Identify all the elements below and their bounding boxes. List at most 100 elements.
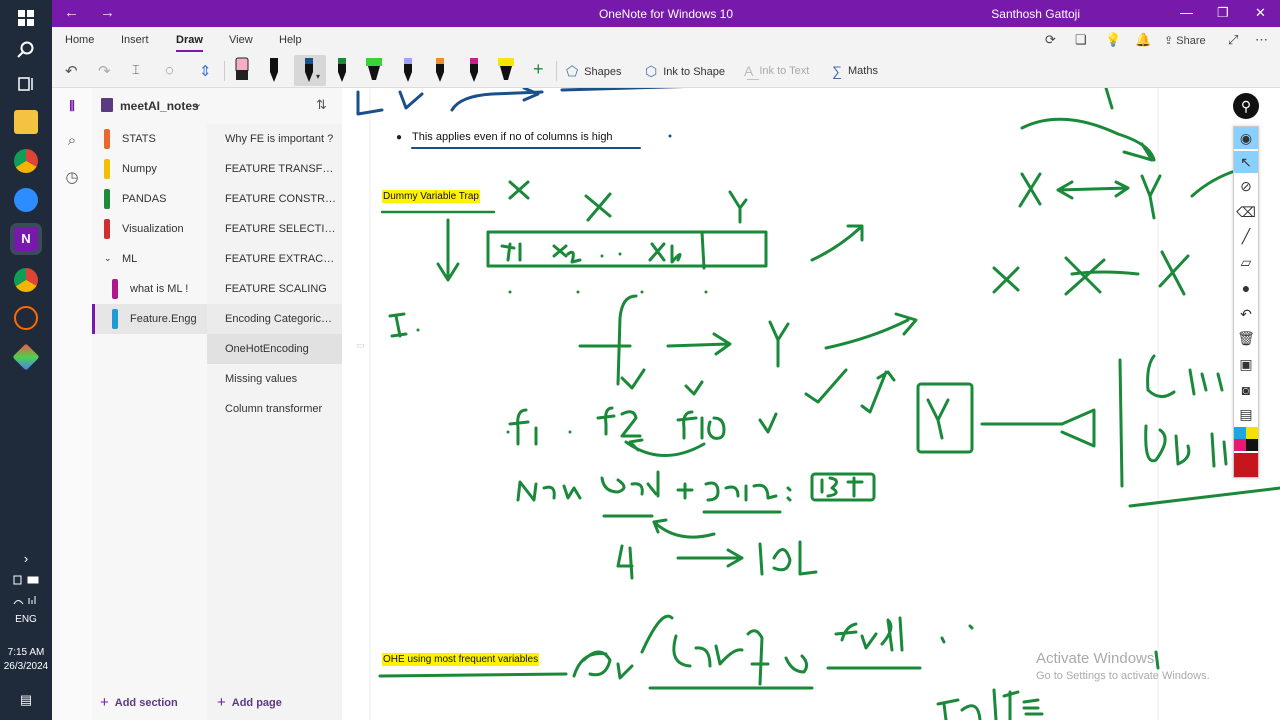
git-app-icon[interactable] <box>12 343 40 371</box>
tab-home[interactable]: Home <box>65 34 94 46</box>
add-section-button[interactable]: + Add section <box>100 694 178 711</box>
search-pane-icon[interactable]: ⌕ <box>62 132 82 152</box>
section-visualization[interactable]: Visualization <box>92 214 207 244</box>
sync-icon[interactable]: ⟳ <box>1045 32 1056 48</box>
ink-to-shape-button[interactable]: ⬡ Ink to Shape <box>645 63 725 80</box>
add-pen-icon[interactable]: + <box>533 59 544 80</box>
pen-black-icon[interactable] <box>264 56 284 84</box>
pen-tool-icon[interactable]: ╱ <box>1234 225 1258 247</box>
current-color-swatch[interactable] <box>1234 453 1258 477</box>
page-item[interactable]: FEATURE TRANSFORMATION <box>207 154 342 184</box>
more-icon[interactable]: ⋯ <box>1255 32 1268 48</box>
shapes-button[interactable]: ⬠ Shapes <box>566 63 621 80</box>
no-ink-icon[interactable]: ⊘ <box>1234 175 1258 197</box>
page-item[interactable]: Missing values <box>207 364 342 394</box>
section-pandas[interactable]: PANDAS <box>92 184 207 214</box>
trash-icon[interactable]: 🗑 <box>1234 327 1258 349</box>
section-stats[interactable]: STATS <box>92 124 207 154</box>
color-swatch[interactable] <box>1246 427 1258 439</box>
zoom-icon[interactable] <box>14 188 38 212</box>
undo-icon[interactable]: ↶ <box>65 62 78 80</box>
type-select-icon[interactable]: ⌶ <box>132 62 140 78</box>
section-group-ml[interactable]: ⌄ ML <box>92 244 207 274</box>
pen-galaxy-icon[interactable] <box>398 56 418 84</box>
note-bullet-text[interactable]: This applies even if no of columns is hi… <box>412 131 613 143</box>
section-numpy[interactable]: Numpy <box>92 154 207 184</box>
color-swatch[interactable] <box>1234 427 1246 439</box>
section-feature-engg[interactable]: Feature.Engg <box>92 304 207 334</box>
tab-insert[interactable]: Insert <box>121 34 149 46</box>
section-what-is-ml[interactable]: what is ML ! <box>92 274 207 304</box>
file-explorer-icon[interactable] <box>14 110 38 134</box>
clock-date[interactable]: 26/3/2024 <box>0 660 52 673</box>
redo-icon[interactable]: ↷ <box>98 62 111 80</box>
notebooks-icon[interactable]: 𝍪 <box>62 96 82 116</box>
pen-orange-icon[interactable] <box>430 56 450 84</box>
color-swatch[interactable] <box>1246 439 1258 451</box>
note-canvas[interactable]: ● This applies even if no of columns is … <box>342 88 1280 720</box>
dot-icon[interactable]: ● <box>1234 277 1258 299</box>
eraser-pen-icon[interactable] <box>232 56 252 84</box>
fullscreen-icon[interactable]: ⤢ <box>1228 32 1238 48</box>
tab-view[interactable]: View <box>229 34 253 46</box>
page-item-selected[interactable]: OneHotEncoding <box>207 334 342 364</box>
page-item[interactable]: FEATURE SELECTION <box>207 214 342 244</box>
lasso-select-icon[interactable]: ◌ <box>165 62 174 79</box>
pin-icon[interactable]: ⚲ <box>1233 93 1259 119</box>
task-view-icon[interactable] <box>12 70 40 98</box>
ink-drawing <box>356 88 1280 720</box>
minimize-icon[interactable]: — <box>1180 5 1193 20</box>
pages-icon[interactable]: ❏ <box>1075 32 1087 48</box>
eye-icon[interactable]: ◉ <box>1234 127 1258 149</box>
add-space-icon[interactable]: ⇕ <box>199 62 212 80</box>
notebook-header[interactable]: meetAI_notes ⌄ ⇅ <box>92 88 342 124</box>
color-palette[interactable] <box>1234 427 1258 451</box>
wifi-icon[interactable] <box>12 586 40 614</box>
pointer-icon[interactable]: ↖ <box>1234 151 1258 173</box>
sort-icon[interactable]: ⇅ <box>316 97 327 113</box>
whiteboard-icon[interactable]: ▣ <box>1234 353 1258 375</box>
tab-help[interactable]: Help <box>279 34 302 46</box>
page-item[interactable]: FEATURE SCALING <box>207 274 342 304</box>
container-handle-icon[interactable]: ▭ <box>356 340 368 350</box>
onenote-icon[interactable]: N <box>14 227 38 251</box>
lightbulb-icon[interactable]: 💡 <box>1105 32 1121 48</box>
language-indicator[interactable]: ENG <box>0 613 52 626</box>
clipboard-icon[interactable]: ▤ <box>1234 403 1258 425</box>
tab-draw[interactable]: Draw <box>176 34 203 52</box>
note-heading-dummy-trap[interactable]: Dummy Variable Trap <box>382 190 480 203</box>
page-item[interactable]: Why FE is important ? <box>207 124 342 154</box>
bell-icon[interactable]: 🔔 <box>1135 32 1151 48</box>
clock-time[interactable]: 7:15 AM <box>0 646 52 659</box>
add-page-button[interactable]: + Add page <box>217 694 282 711</box>
eraser-tool-icon[interactable]: ⌫ <box>1234 201 1258 223</box>
notification-icon[interactable]: ▤ <box>12 686 40 714</box>
note-heading-ohe[interactable]: OHE using most frequent variables <box>382 653 540 666</box>
page-item[interactable]: Column transformer <box>207 394 342 424</box>
maths-button[interactable]: ∑ Maths <box>832 63 878 79</box>
highlighter-tool-icon[interactable]: ▱ <box>1234 251 1258 273</box>
color-swatch[interactable] <box>1234 439 1246 451</box>
section-label: what is ML ! <box>130 283 189 295</box>
recent-icon[interactable]: ◷ <box>62 168 82 188</box>
chrome-profile-icon[interactable] <box>14 268 38 292</box>
close-icon[interactable]: ✕ <box>1255 5 1266 21</box>
user-name[interactable]: Santhosh Gattoji <box>991 7 1080 21</box>
page-item[interactable]: FEATURE CONSTRUCTION <box>207 184 342 214</box>
chrome-icon[interactable] <box>14 149 38 173</box>
undo-tool-icon[interactable]: ↶ <box>1234 303 1258 325</box>
ink-to-text-button[interactable]: A͟ Ink to Text <box>744 63 809 79</box>
windows-start-icon[interactable] <box>12 4 40 32</box>
pen-green-icon[interactable] <box>332 56 352 84</box>
page-item[interactable]: FEATURE EXTRACTION <box>207 244 342 274</box>
search-icon[interactable] <box>12 36 40 64</box>
highlighter-yellow-icon[interactable] <box>496 56 516 84</box>
camera-icon[interactable]: ◙ <box>1234 379 1258 401</box>
restore-icon[interactable]: ❐ <box>1217 5 1229 21</box>
page-item[interactable]: Encoding Categorical data <box>207 304 342 334</box>
highlighter-green-icon[interactable] <box>364 56 384 84</box>
chevron-down-icon[interactable]: ▾ <box>316 72 320 81</box>
share-button[interactable]: ⇪ Share <box>1164 34 1206 47</box>
pen-magenta-icon[interactable] <box>464 56 484 84</box>
app-icon[interactable] <box>14 306 38 330</box>
